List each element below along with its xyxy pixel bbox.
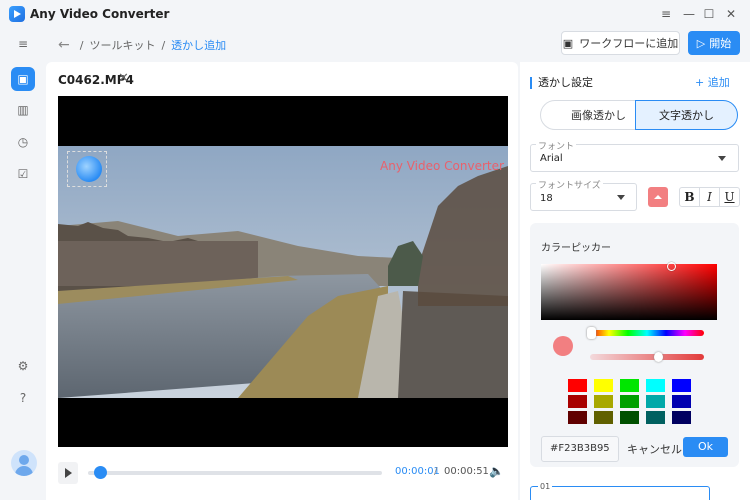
tasks-icon[interactable]: ☑	[11, 162, 35, 186]
library-icon[interactable]: ▥	[11, 98, 35, 122]
color-swatch[interactable]	[672, 379, 691, 392]
settings-icon[interactable]: ⚙	[11, 354, 35, 378]
breadcrumb-parent[interactable]: ツールキット	[89, 37, 155, 53]
total-time: 00:00:51	[444, 466, 489, 477]
add-to-workflow-button[interactable]: ▣ ワークフローに追加	[561, 31, 680, 55]
time-separator: /	[434, 466, 438, 477]
main-panel: C0462.MP4 ✕ Any Video Converter 00:00:01…	[46, 62, 518, 500]
color-swatch[interactable]	[594, 379, 613, 392]
watermark-layer-item[interactable]	[530, 486, 710, 500]
color-swatch[interactable]	[620, 379, 639, 392]
color-swatch[interactable]	[672, 411, 691, 424]
breadcrumb-separator: /	[161, 38, 166, 52]
start-button[interactable]: ▷ 開始	[688, 31, 740, 55]
color-swatch[interactable]	[568, 395, 587, 408]
font-size-value: 18	[540, 193, 553, 204]
cancel-button[interactable]: キャンセル	[627, 441, 682, 457]
watermark-settings-panel: 透かし設定 + 追加 画像透かし 文字透かし フォント Arial フォントサイ…	[520, 62, 750, 500]
progress-knob[interactable]	[93, 466, 107, 479]
breadcrumb-current: 透かし追加	[171, 39, 227, 52]
color-picker: カラーピッカー #F23B3B95 キャンセル Ok	[530, 223, 739, 467]
alpha-slider[interactable]	[590, 354, 704, 360]
ok-button[interactable]: Ok	[683, 437, 728, 457]
text-color-button[interactable]	[648, 187, 668, 207]
chevron-down-icon	[718, 156, 726, 161]
video-frame	[58, 146, 508, 398]
minimize-icon[interactable]: —	[679, 4, 699, 24]
file-close-icon[interactable]: ✕	[118, 71, 129, 86]
saturation-knob[interactable]	[667, 262, 676, 271]
left-nav: ≡ ▣ ▥ ◷ ☑ ⚙ ?	[0, 28, 46, 500]
progress-track[interactable]	[88, 471, 382, 475]
add-watermark-button[interactable]: + 追加	[695, 74, 730, 90]
history-icon[interactable]: ◷	[11, 130, 35, 154]
collapse-icon[interactable]: ≡	[11, 32, 35, 56]
maximize-icon[interactable]: ☐	[699, 4, 719, 24]
settings-title: 透かし設定	[530, 77, 593, 89]
color-swatch[interactable]	[646, 411, 665, 424]
tab-text-watermark[interactable]: 文字透かし	[635, 100, 738, 130]
title-bar: Any Video Converter ≡ — ☐ ✕	[0, 0, 750, 28]
watermark-logo-icon	[76, 156, 102, 182]
color-picker-title: カラーピッカー	[541, 243, 611, 254]
color-swatch[interactable]	[646, 395, 665, 408]
add-to-workflow-label: ワークフローに追加	[579, 37, 679, 50]
app-title: Any Video Converter	[30, 7, 170, 21]
start-label: 開始	[709, 37, 732, 50]
chevron-down-icon	[617, 195, 625, 200]
player-controls: 00:00:01 / 00:00:51 🔈	[58, 462, 508, 484]
font-legend: フォント	[536, 139, 577, 152]
color-swatch[interactable]	[672, 395, 691, 408]
watermark-layer-label: 01	[538, 482, 553, 491]
color-swatch[interactable]	[594, 411, 613, 424]
workflow-icon: ▣	[562, 36, 574, 50]
color-swatch[interactable]	[568, 411, 587, 424]
hue-slider[interactable]	[590, 330, 704, 336]
video-preview[interactable]: Any Video Converter	[58, 96, 508, 447]
color-swatch[interactable]	[620, 411, 639, 424]
help-icon[interactable]: ?	[11, 386, 35, 410]
volume-icon[interactable]: 🔈	[489, 464, 504, 478]
back-arrow-icon[interactable]: ←	[58, 37, 70, 53]
hex-input[interactable]: #F23B3B95	[541, 436, 619, 462]
toolkit-icon[interactable]: ▣	[11, 67, 35, 91]
color-preview	[553, 336, 573, 356]
font-size-legend: フォントサイズ	[536, 178, 603, 191]
color-swatches	[568, 379, 691, 424]
menu-icon[interactable]: ≡	[656, 4, 676, 24]
underline-button[interactable]: U	[720, 188, 739, 206]
avatar[interactable]	[11, 450, 37, 476]
saturation-area[interactable]	[541, 264, 717, 320]
play-icon: ▷	[696, 36, 706, 50]
color-swatch[interactable]	[594, 395, 613, 408]
text-style-group: B I U	[679, 187, 740, 207]
color-swatch[interactable]	[646, 379, 665, 392]
breadcrumb: ← / ツールキット / 透かし追加	[58, 37, 226, 53]
bold-button[interactable]: B	[680, 188, 700, 206]
alpha-knob[interactable]	[654, 352, 663, 362]
app-logo-icon	[9, 6, 25, 22]
watermark-logo-box[interactable]	[67, 151, 107, 187]
color-swatch[interactable]	[620, 395, 639, 408]
close-icon[interactable]: ✕	[721, 4, 741, 24]
italic-button[interactable]: I	[700, 188, 720, 206]
watermark-text[interactable]: Any Video Converter	[380, 159, 504, 173]
font-value: Arial	[540, 153, 563, 164]
breadcrumb-separator: /	[79, 38, 84, 52]
color-swatch[interactable]	[568, 379, 587, 392]
hue-knob[interactable]	[587, 327, 596, 339]
play-button[interactable]	[58, 462, 78, 484]
